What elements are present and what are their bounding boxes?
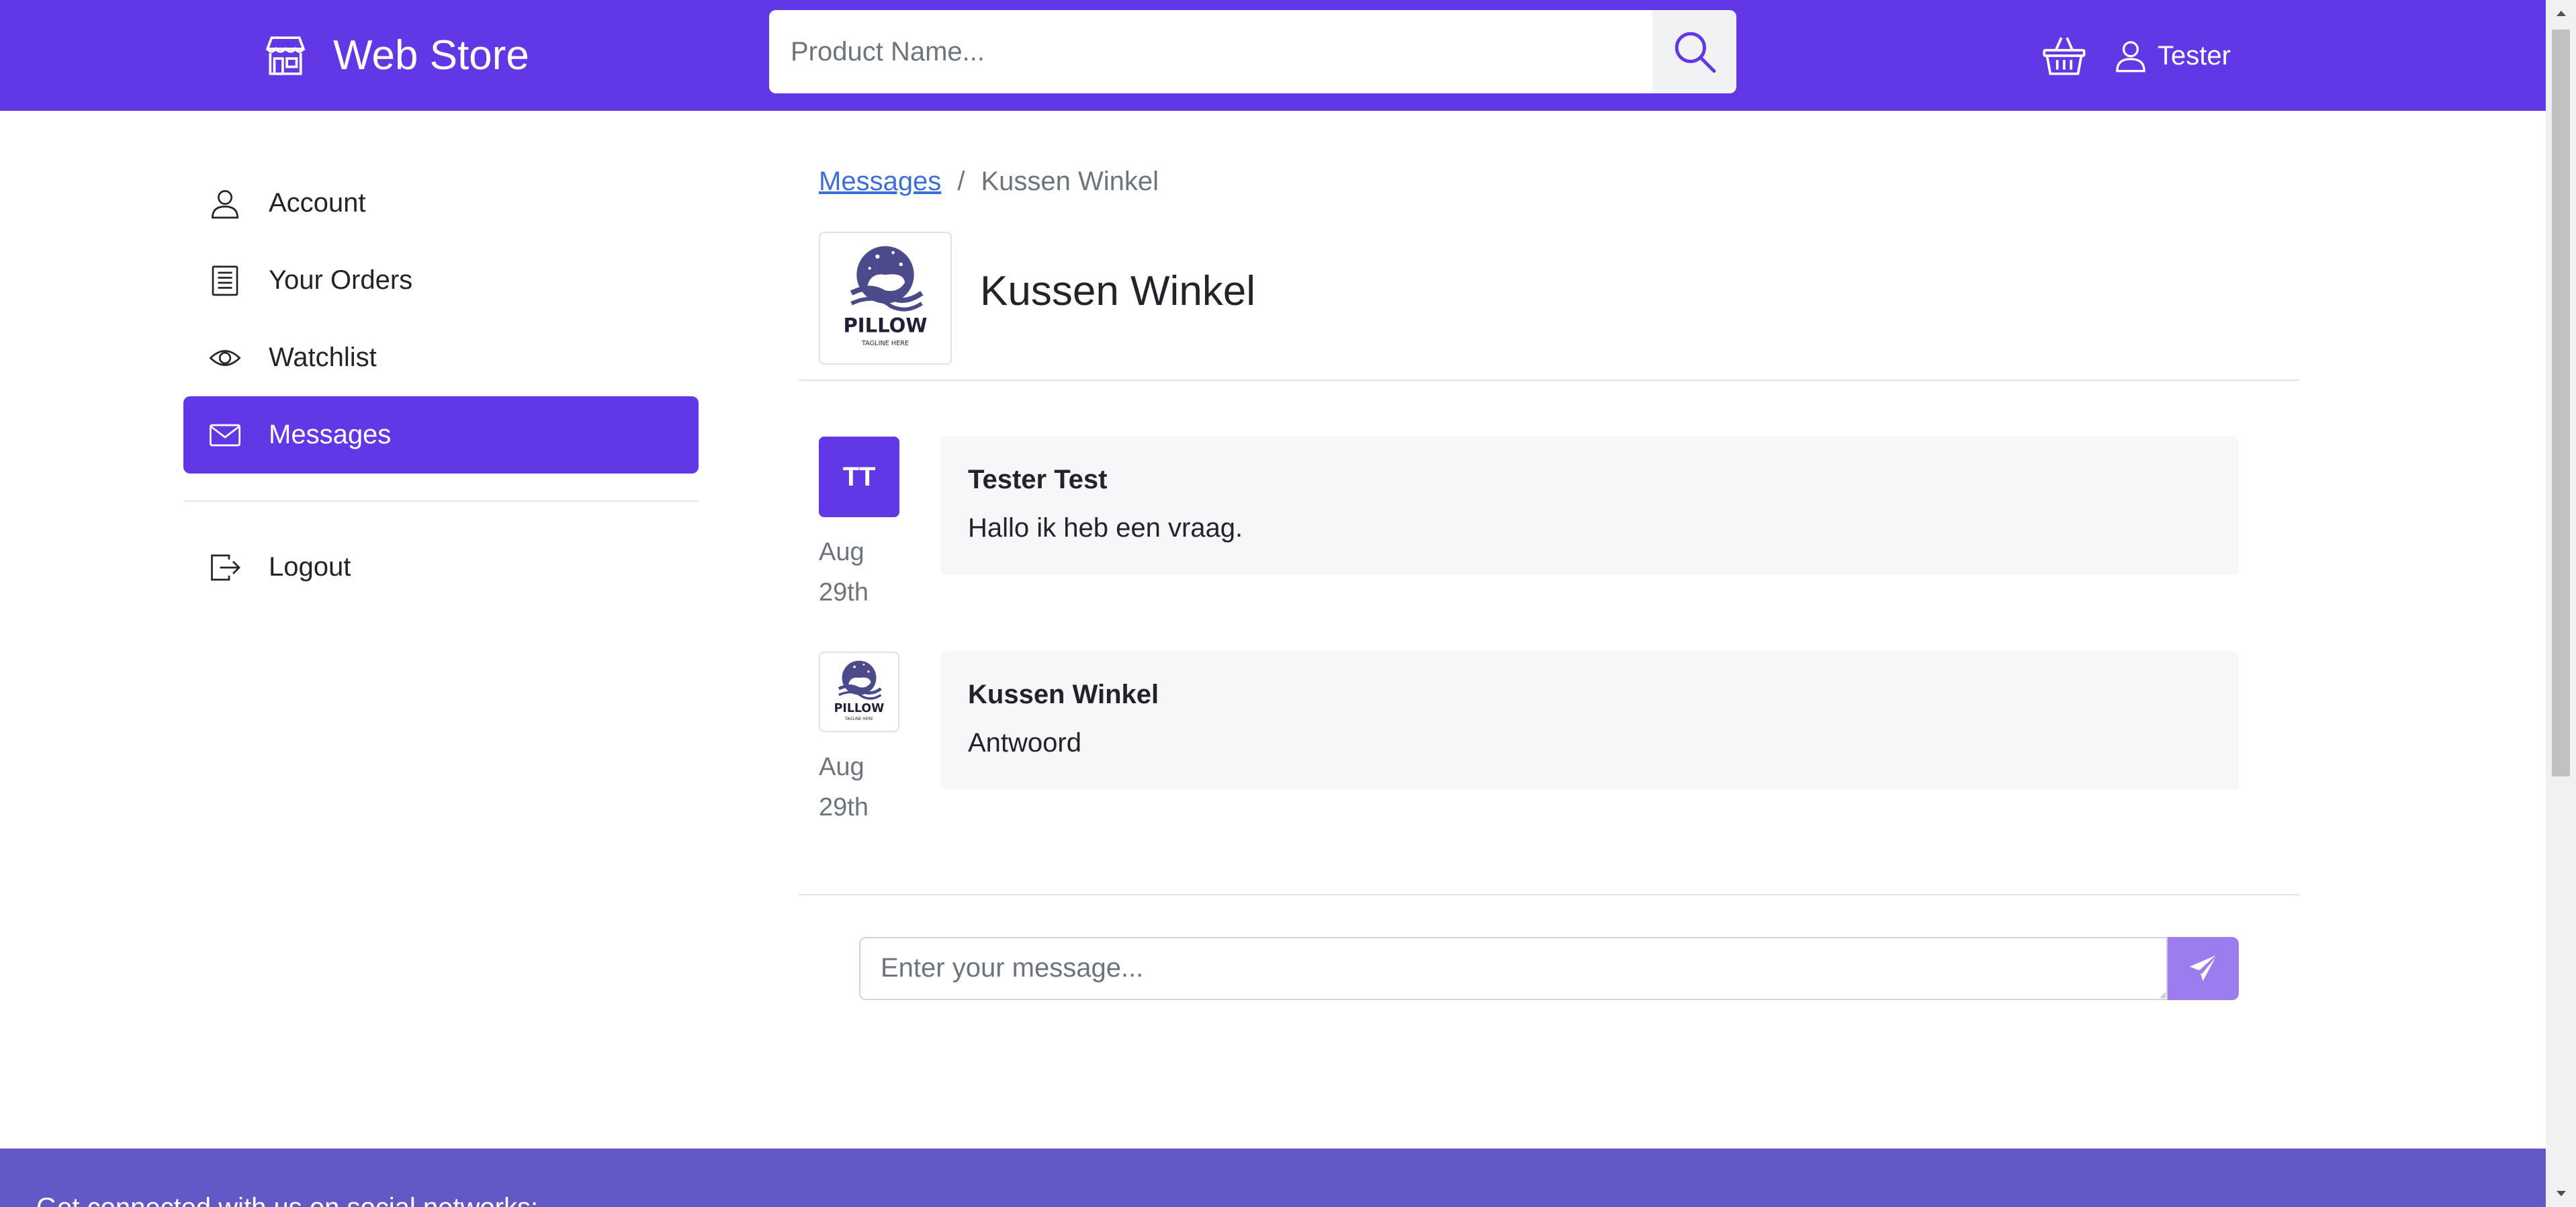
sidebar-item-label: Logout: [269, 552, 351, 582]
pillow-logo-icon: PILLOW TAGLINE HERE: [834, 660, 885, 721]
sidebar-item-account[interactable]: Account: [183, 165, 699, 242]
message-bubble: Kussen Winkel Antwoord: [940, 652, 2239, 790]
sidebar-item-logout[interactable]: Logout: [183, 529, 699, 606]
search-icon: [1675, 32, 1716, 73]
breadcrumb-messages-link[interactable]: Messages: [819, 167, 941, 197]
person-icon: [2116, 41, 2145, 73]
page: Web Store Tester: [0, 0, 2546, 1207]
logo-tagline: TAGLINE HERE: [844, 717, 873, 721]
brand-name: Web Store: [333, 32, 529, 79]
sender-avatar: PILLOW TAGLINE HERE: [819, 652, 899, 732]
message-date-month: Aug: [819, 753, 864, 781]
message-sender: Kussen Winkel: [968, 680, 1159, 709]
eye-icon: [209, 350, 241, 366]
page-scrollbar[interactable]: [2546, 0, 2576, 1207]
sidebar-item-messages[interactable]: Messages: [183, 396, 699, 474]
chevron-down-icon: [2556, 1191, 2566, 1196]
breadcrumb-separator: /: [957, 167, 965, 196]
store-icon: [265, 36, 306, 75]
message-date: Aug 29th: [819, 532, 899, 613]
logout-icon: [211, 554, 240, 581]
account-sidebar: Account Your Orders Watchlist Messages L…: [183, 165, 699, 606]
scroll-down-arrow[interactable]: [2546, 1180, 2576, 1207]
message-input[interactable]: [859, 937, 2168, 1000]
message-date-day: 29th: [819, 578, 869, 607]
send-icon: [2188, 953, 2219, 983]
chevron-up-icon: [2556, 11, 2566, 16]
envelope-icon: [210, 424, 240, 447]
footer: Get connected with us on social networks…: [0, 1149, 2546, 1207]
sidebar-item-label: Your Orders: [269, 265, 413, 295]
message-bubble: Tester Test Hallo ik heb een vraag.: [940, 437, 2239, 575]
composer-divider: [799, 894, 2299, 895]
message-sender: Tester Test: [968, 465, 1108, 494]
person-icon: [212, 190, 238, 219]
search-button[interactable]: [1652, 10, 1736, 93]
user-menu[interactable]: Tester: [2113, 35, 2231, 77]
receipt-icon: [212, 265, 238, 296]
footer-social-text: Get connected with us on social networks…: [36, 1193, 538, 1207]
scroll-up-arrow[interactable]: [2546, 0, 2576, 27]
sidebar-item-orders[interactable]: Your Orders: [183, 242, 699, 319]
user-name: Tester: [2158, 40, 2231, 71]
pillow-logo-icon: PILLOW TAGLINE HERE: [843, 246, 928, 347]
message-date-day: 29th: [819, 793, 869, 821]
message-composer: [859, 937, 2239, 1000]
logo-tagline: TAGLINE HERE: [861, 340, 909, 347]
sidebar-item-watchlist[interactable]: Watchlist: [183, 319, 699, 396]
logo-text: PILLOW: [843, 314, 927, 337]
sidebar-item-label: Watchlist: [269, 343, 377, 372]
sender-avatar: TT: [819, 437, 899, 517]
sidebar-divider: [183, 500, 699, 502]
message-date: Aug 29th: [819, 747, 899, 828]
message-text: Hallo ik heb een vraag.: [968, 513, 1243, 543]
search-bar: [769, 10, 1736, 93]
basket-icon[interactable]: [2042, 34, 2086, 78]
conversation-title: Kussen Winkel: [980, 268, 1256, 314]
message-date-month: Aug: [819, 538, 864, 566]
breadcrumb-current: Kussen Winkel: [981, 167, 1159, 196]
shop-logo: PILLOW TAGLINE HERE: [819, 232, 952, 365]
search-input[interactable]: [769, 10, 1652, 93]
brand-link[interactable]: Web Store: [263, 27, 529, 85]
scroll-thumb[interactable]: [2552, 30, 2570, 776]
top-navbar: Web Store Tester: [0, 0, 2546, 111]
sidebar-item-label: Account: [269, 188, 366, 218]
send-button[interactable]: [2168, 937, 2239, 1000]
message-text: Antwoord: [968, 728, 1081, 758]
logo-text: PILLOW: [834, 702, 885, 715]
sidebar-item-label: Messages: [269, 420, 392, 449]
header-divider: [799, 379, 2299, 381]
breadcrumb: Messages / Kussen Winkel: [819, 167, 1159, 197]
